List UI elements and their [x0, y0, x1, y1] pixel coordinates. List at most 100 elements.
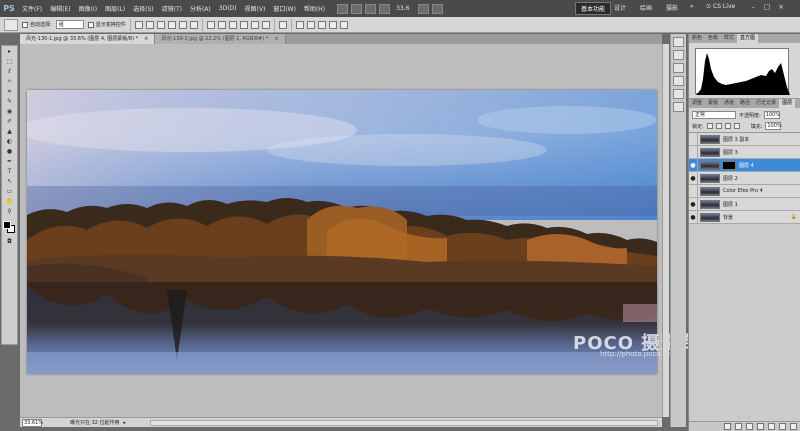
document-info[interactable]: 曝光只在 32 位起作用 — [70, 419, 120, 426]
crop-tool[interactable]: ⌗ — [3, 87, 16, 96]
3d-slide-icon[interactable] — [328, 20, 337, 29]
new-group-icon[interactable] — [768, 423, 775, 430]
tab-paths[interactable]: 路径 — [737, 99, 753, 108]
status-arrow-icon[interactable]: ▸ — [124, 420, 127, 426]
zoom-tool[interactable]: ⚲ — [3, 207, 16, 216]
tab-history[interactable]: 历史记录 — [753, 99, 779, 108]
fill-field[interactable]: 100% — [765, 122, 782, 130]
workspace-photography[interactable]: 摄影 — [666, 3, 678, 12]
character-panel-icon[interactable] — [673, 63, 684, 73]
adjustment-layer-icon[interactable] — [757, 423, 764, 430]
align-vertical-center-icon[interactable] — [145, 20, 154, 29]
clone-source-panel-icon[interactable] — [673, 102, 684, 112]
cs-live-button[interactable]: ⊙ CS Live — [706, 3, 735, 10]
history-brush-tool[interactable]: ◐ — [3, 137, 16, 146]
auto-select-dropdown[interactable]: 组 — [55, 20, 84, 29]
align-bottom-icon[interactable] — [156, 20, 165, 29]
show-transform-checkbox[interactable] — [87, 21, 94, 28]
hand-tool-icon[interactable] — [365, 3, 377, 14]
new-layer-icon[interactable] — [779, 423, 786, 430]
align-left-icon[interactable] — [167, 20, 176, 29]
lock-all-icon[interactable] — [733, 123, 740, 129]
layer-row-selected[interactable]: ● 图层 4 — [689, 158, 800, 172]
menu-edit[interactable]: 编辑(E) — [46, 4, 74, 13]
menu-help[interactable]: 帮助(H) — [300, 4, 329, 13]
zoom-field[interactable]: 33.61% — [22, 418, 43, 427]
tab-adjustments[interactable]: 调整 — [689, 99, 705, 108]
minimize-icon[interactable]: – — [748, 2, 758, 12]
delete-layer-icon[interactable] — [790, 423, 797, 430]
landscape-photo[interactable] — [27, 90, 657, 374]
shape-tool[interactable]: ▭ — [3, 187, 16, 196]
distribute-bottom-icon[interactable] — [228, 20, 237, 29]
arrange-documents-icon[interactable] — [417, 3, 429, 14]
auto-select-checkbox[interactable] — [22, 21, 28, 28]
quick-mask-icon[interactable]: ◘ — [3, 237, 16, 246]
menu-image[interactable]: 图像(I) — [75, 4, 101, 13]
opacity-field[interactable]: 100% — [763, 111, 780, 119]
brush-panel-icon[interactable] — [673, 89, 684, 99]
menu-view[interactable]: 视图(V) — [241, 4, 270, 13]
type-tool[interactable]: T — [3, 167, 16, 176]
layer-row[interactable]: ● 图层 2 — [689, 171, 800, 185]
quick-select-tool[interactable]: ✧ — [3, 77, 16, 86]
tab-channels[interactable]: 通道 — [721, 99, 737, 108]
distribute-center-icon[interactable] — [217, 20, 226, 29]
workspace-painting[interactable]: 绘画 — [640, 3, 652, 12]
align-horizontal-center-icon[interactable] — [178, 20, 187, 29]
tab-document-1[interactable]: 风光-130-1.jpg @ 33.6% (图层 4, 图层蒙版/8) * × — [20, 34, 156, 44]
tab-masks[interactable]: 蒙版 — [705, 99, 721, 108]
distribute-top-icon[interactable] — [206, 20, 215, 29]
zoom-tool-icon[interactable] — [379, 3, 391, 14]
horizontal-scrollbar[interactable] — [150, 420, 658, 426]
maximize-icon[interactable]: □ — [762, 2, 772, 12]
actions-panel-icon[interactable] — [673, 50, 684, 60]
lock-position-icon[interactable] — [724, 123, 731, 129]
layer-row[interactable]: 图层 3 — [689, 145, 800, 159]
3d-drag-icon[interactable] — [317, 20, 326, 29]
menu-file[interactable]: 文件(F) — [18, 4, 46, 13]
visibility-toggle[interactable] — [689, 145, 698, 159]
align-top-icon[interactable] — [134, 20, 143, 29]
document-canvas[interactable]: POCO 摄影专题 http://photo.poco.cn/ — [20, 44, 716, 417]
tab-layers[interactable]: 图层 — [779, 99, 796, 108]
eye-icon[interactable]: ● — [689, 197, 698, 211]
show-transform-option[interactable]: 显示变换控件 — [87, 21, 126, 28]
marquee-tool[interactable]: ⬚ — [3, 57, 16, 66]
color-swatches[interactable] — [2, 220, 17, 236]
clone-stamp-tool[interactable]: ▲ — [3, 127, 16, 136]
menu-3d[interactable]: 3D(D) — [215, 5, 241, 12]
menu-window[interactable]: 窗口(W) — [269, 4, 300, 13]
foreground-color-swatch[interactable] — [3, 221, 11, 229]
menu-select[interactable]: 选择(S) — [129, 4, 158, 13]
tab-document-2[interactable]: 风光-130-2.jpg @ 22.2% (图层 1, RGB/8#) * × — [155, 34, 286, 44]
visibility-toggle[interactable] — [689, 132, 698, 146]
bridge-icon[interactable] — [337, 3, 349, 14]
layer-style-icon[interactable] — [735, 423, 742, 430]
eye-icon[interactable]: ● — [689, 210, 698, 224]
align-right-icon[interactable] — [189, 20, 198, 29]
hand-tool[interactable]: ✋ — [3, 197, 16, 206]
visibility-toggle[interactable] — [689, 184, 698, 198]
distribute-hcenter-icon[interactable] — [250, 20, 259, 29]
layer-row[interactable]: Color Efex Pro 4 — [689, 184, 800, 198]
distribute-right-icon[interactable] — [261, 20, 270, 29]
workspace-design[interactable]: 设计 — [614, 3, 626, 12]
tab-swatches[interactable]: 色板 — [705, 34, 721, 43]
path-selection-tool[interactable]: ↖ — [3, 177, 16, 186]
3d-rotate-icon[interactable] — [295, 20, 304, 29]
menu-layer[interactable]: 图层(L) — [101, 4, 129, 13]
pen-tool[interactable]: ✒ — [3, 157, 16, 166]
tab-styles[interactable]: 样式 — [721, 34, 737, 43]
menu-filter[interactable]: 滤镜(T) — [158, 4, 186, 13]
lock-transparent-icon[interactable] — [706, 123, 713, 129]
healing-brush-tool[interactable]: ◉ — [3, 107, 16, 116]
link-layers-icon[interactable] — [724, 423, 731, 430]
move-tool-preset-icon[interactable] — [4, 18, 18, 31]
tab-close-icon[interactable]: × — [144, 34, 148, 44]
eraser-tool[interactable]: ● — [3, 147, 16, 156]
paragraph-panel-icon[interactable] — [673, 76, 684, 86]
mini-bridge-icon[interactable] — [351, 3, 363, 14]
eye-icon[interactable]: ● — [689, 171, 698, 185]
tab-color[interactable]: 颜色 — [689, 34, 705, 43]
